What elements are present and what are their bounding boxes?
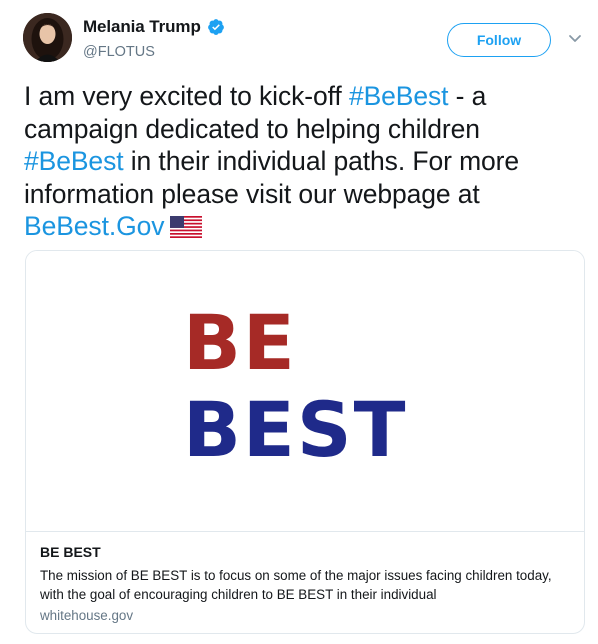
hashtag-link[interactable]: #BeBest <box>24 146 124 176</box>
user-handle[interactable]: @FLOTUS <box>83 44 155 60</box>
follow-button[interactable]: Follow <box>447 23 551 57</box>
us-flag-emoji-icon <box>170 216 203 238</box>
website-link[interactable]: BeBest.Gov <box>24 211 165 241</box>
logo-line-1: BE <box>183 298 297 387</box>
user-name[interactable]: Melania Trump <box>83 17 201 37</box>
logo-line-2: BEST <box>183 385 407 474</box>
tweet-text: I am very excited to kick-off #BeBest - … <box>24 80 579 243</box>
card-divider <box>26 531 584 532</box>
chevron-down-icon[interactable] <box>568 34 582 44</box>
link-preview-card[interactable]: BE BEST BE BEST The mission of BE BEST i… <box>25 250 585 634</box>
card-description[interactable]: The mission of BE BEST is to focus on so… <box>40 567 570 604</box>
card-image[interactable]: BE BEST <box>26 251 584 531</box>
be-best-logo: BE BEST <box>183 298 407 474</box>
verified-badge-icon <box>207 19 224 35</box>
avatar-photo-icon <box>23 13 72 62</box>
tweet-text-part: I am very excited to kick-off <box>24 81 349 111</box>
card-title[interactable]: BE BEST <box>40 544 101 560</box>
card-domain[interactable]: whitehouse.gov <box>40 608 133 623</box>
hashtag-link[interactable]: #BeBest <box>349 81 449 111</box>
avatar[interactable] <box>23 13 72 62</box>
user-name-row[interactable]: Melania Trump <box>83 17 225 37</box>
